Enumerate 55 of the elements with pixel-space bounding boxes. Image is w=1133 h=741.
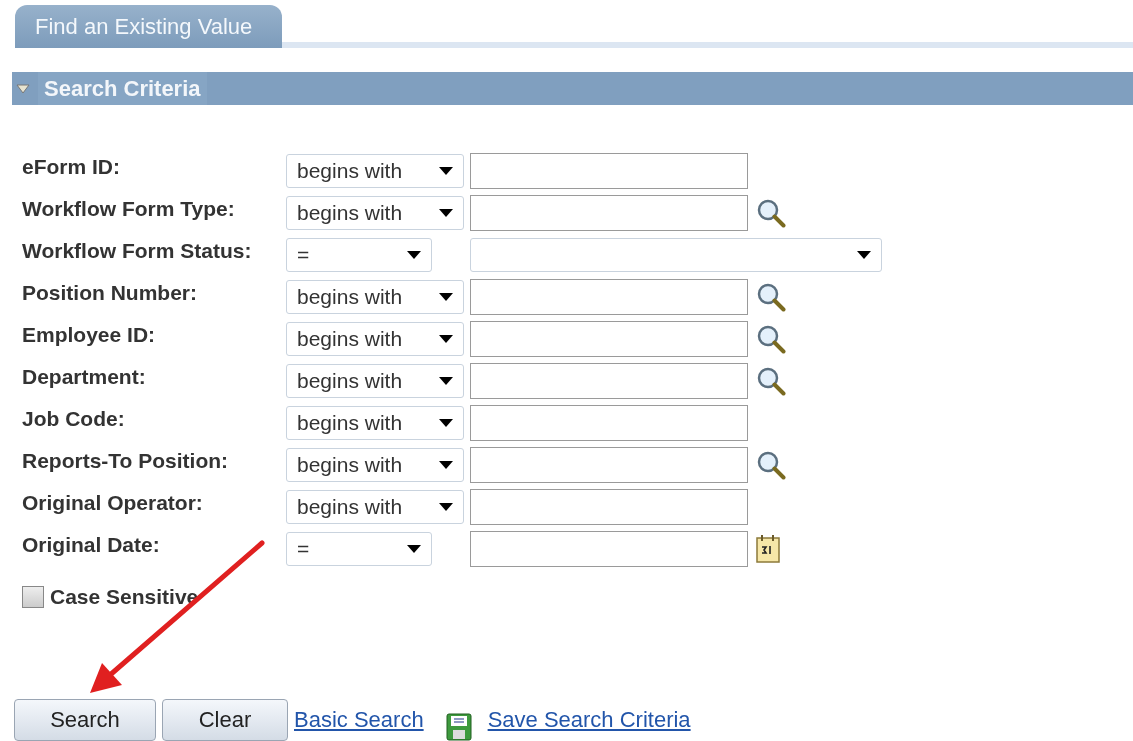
search-icon[interactable] [756,450,786,480]
field-label: Department: [22,364,147,390]
operator-dropdown[interactable]: begins with [286,196,464,230]
caret-icon [439,293,453,301]
input-field[interactable] [470,405,748,441]
link[interactable]: Save Search Criteria [487,707,691,733]
field-label: Position Number: [22,280,198,306]
section-title: Search Criteria [38,72,207,105]
field-label: Workflow Form Status: [22,238,253,264]
field-label: Job Code: [22,406,126,432]
search-button[interactable]: Search [14,699,156,741]
search-icon[interactable] [756,282,786,312]
search-icon[interactable] [756,198,786,228]
search-icon[interactable] [756,366,786,396]
expanded-triangle-icon[interactable] [16,83,30,94]
checkbox-label: Case Sensitive [50,585,199,609]
caret-icon [439,167,453,175]
input-field[interactable] [470,195,748,231]
operator-dropdown[interactable]: = [286,532,432,566]
field-label: eForm ID: [22,154,121,180]
operator-dropdown[interactable]: begins with [286,364,464,398]
field-label: Reports-To Position: [22,448,230,474]
caret-icon [407,545,421,553]
input-field[interactable] [470,363,748,399]
input-field[interactable] [470,321,748,357]
operator-dropdown[interactable]: begins with [286,280,464,314]
input-field[interactable] [470,153,748,189]
link[interactable]: Basic Search [294,707,424,733]
date-field[interactable] [470,531,748,567]
input-field[interactable] [470,489,748,525]
clear-button[interactable]: Clear [162,699,288,741]
status-dropdown[interactable] [470,238,882,272]
caret-icon [857,251,871,259]
operator-dropdown[interactable]: begins with [286,448,464,482]
calendar-icon[interactable] [756,534,782,564]
search-icon[interactable] [756,324,786,354]
checkbox[interactable] [22,586,44,608]
operator-dropdown[interactable]: begins with [286,154,464,188]
operator-dropdown[interactable]: begins with [286,490,464,524]
operator-dropdown[interactable]: begins with [286,322,464,356]
caret-icon [439,209,453,217]
caret-icon [439,419,453,427]
caret-icon [439,461,453,469]
field-label: Original Operator: [22,490,204,516]
caret-icon [439,503,453,511]
caret-icon [439,335,453,343]
field-label: Workflow Form Type: [22,196,236,222]
operator-dropdown[interactable]: = [286,238,432,272]
input-field[interactable] [470,279,748,315]
operator-dropdown[interactable]: begins with [286,406,464,440]
field-label: Original Date: [22,532,161,558]
field-label: Employee ID: [22,322,157,348]
caret-icon [439,377,453,385]
input-field[interactable] [470,447,748,483]
caret-icon [407,251,421,259]
